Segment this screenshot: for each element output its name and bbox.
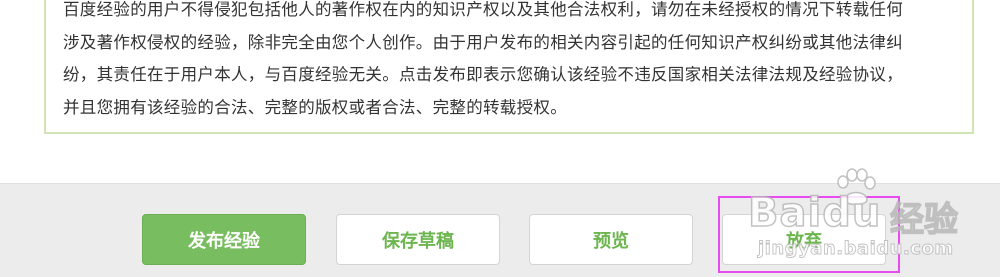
save-draft-button-label: 保存草稿 xyxy=(382,230,454,252)
copyright-notice-box: 百度经验的用户不得侵犯包括他人的著作权在内的知识产权以及其他合法权利，请勿在未经… xyxy=(44,0,974,134)
publish-button-label: 发布经验 xyxy=(188,230,260,252)
notice-line-3: 纷，其责任在于用户本人，与百度经验无关。点击发布即表示您确认该经验不违反国家相关… xyxy=(63,65,903,84)
notice-line-1: 百度经验的用户不得侵犯包括他人的著作权在内的知识产权以及其他合法权利，请勿在未经… xyxy=(63,0,903,19)
agreement-section: 百度经验的用户不得侵犯包括他人的著作权在内的知识产权以及其他合法权利，请勿在未经… xyxy=(0,0,1000,183)
copyright-notice-text: 百度经验的用户不得侵犯包括他人的著作权在内的知识产权以及其他合法权利，请勿在未经… xyxy=(63,0,961,124)
preview-button[interactable]: 预览 xyxy=(529,214,693,265)
notice-line-2: 涉及著作权侵权的经验，除非完全由您个人创作。由于用户发布的相关内容引起的任何知识… xyxy=(63,32,903,52)
notice-line-4: 并且您拥有该经验的合法、完整的版权或者合法、完整的转载授权。 xyxy=(63,97,567,117)
preview-button-label: 预览 xyxy=(593,230,629,252)
discard-button-label: 放弃 xyxy=(786,230,822,252)
publish-button[interactable]: 发布经验 xyxy=(142,214,306,265)
save-draft-button[interactable]: 保存草稿 xyxy=(336,214,500,265)
discard-button[interactable]: 放弃 xyxy=(722,214,886,265)
